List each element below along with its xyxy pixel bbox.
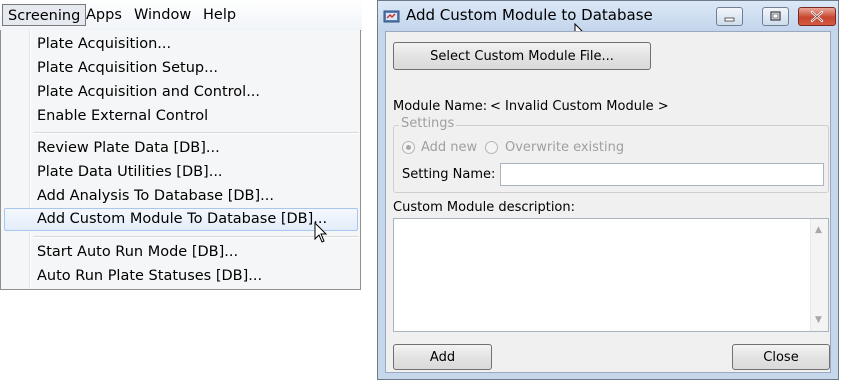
setting-name-label: Setting Name: xyxy=(402,167,496,182)
module-name-label: Module Name: xyxy=(393,99,488,114)
dialog-title: Add Custom Module to Database xyxy=(406,6,653,24)
menu-item-enable-external-control[interactable]: Enable External Control xyxy=(4,105,358,128)
description-scrollbar[interactable]: ▲ ▼ xyxy=(810,219,828,331)
select-custom-module-file-button[interactable]: Select Custom Module File... xyxy=(393,42,651,70)
overwrite-existing-radio[interactable] xyxy=(485,141,498,154)
menu-item-review-plate-data[interactable]: Review Plate Data [DB]... xyxy=(4,137,358,160)
settings-group-title: Settings xyxy=(399,116,457,131)
menu-help[interactable]: Help xyxy=(198,4,241,26)
description-textarea[interactable]: ▲ ▼ xyxy=(393,218,829,332)
menu-item-plate-acquisition[interactable]: Plate Acquisition... xyxy=(4,33,358,56)
menu-item-start-auto-run[interactable]: Start Auto Run Mode [DB]... xyxy=(4,241,358,264)
menu-bar: Screening Apps Window Help xyxy=(0,0,362,31)
close-icon xyxy=(810,10,824,23)
add-new-label: Add new xyxy=(421,140,478,155)
menu-screening[interactable]: Screening xyxy=(2,4,87,26)
overwrite-existing-label: Overwrite existing xyxy=(505,140,625,155)
restore-icon xyxy=(770,11,781,21)
menu-apps[interactable]: Apps xyxy=(81,4,127,26)
screening-dropdown-menu: Plate Acquisition... Plate Acquisition S… xyxy=(0,30,361,290)
menu-item-plate-data-utilities[interactable]: Plate Data Utilities [DB]... xyxy=(4,161,358,184)
menu-separator xyxy=(33,236,359,238)
module-name-value: < Invalid Custom Module > xyxy=(490,99,669,114)
close-window-button[interactable] xyxy=(798,7,836,26)
add-new-radio[interactable] xyxy=(402,141,415,154)
mouse-cursor-icon xyxy=(314,222,328,243)
setting-name-input[interactable] xyxy=(500,163,824,186)
add-custom-module-dialog: Add Custom Module to Database Select Cus… xyxy=(377,0,839,380)
menu-window[interactable]: Window xyxy=(129,4,196,26)
dialog-client-area: Select Custom Module File... Module Name… xyxy=(385,31,831,373)
menu-item-add-custom-module[interactable]: Add Custom Module To Database [DB]... xyxy=(4,208,358,231)
minimize-button[interactable] xyxy=(716,7,743,26)
scroll-down-icon[interactable]: ▼ xyxy=(815,315,822,325)
add-button[interactable]: Add xyxy=(393,344,492,370)
minimize-icon xyxy=(724,17,735,22)
close-button[interactable]: Close xyxy=(732,344,830,370)
menu-item-plate-acquisition-setup[interactable]: Plate Acquisition Setup... xyxy=(4,57,358,80)
scroll-up-icon[interactable]: ▲ xyxy=(815,225,822,235)
maximize-button[interactable] xyxy=(762,7,789,26)
menu-item-auto-run-statuses[interactable]: Auto Run Plate Statuses [DB]... xyxy=(4,265,358,288)
description-label: Custom Module description: xyxy=(393,200,575,215)
menu-item-plate-acquisition-control[interactable]: Plate Acquisition and Control... xyxy=(4,81,358,104)
menu-item-add-analysis[interactable]: Add Analysis To Database [DB]... xyxy=(4,185,358,208)
app-icon xyxy=(383,10,400,23)
dialog-title-bar[interactable]: Add Custom Module to Database xyxy=(378,1,838,31)
menu-separator xyxy=(33,132,359,134)
